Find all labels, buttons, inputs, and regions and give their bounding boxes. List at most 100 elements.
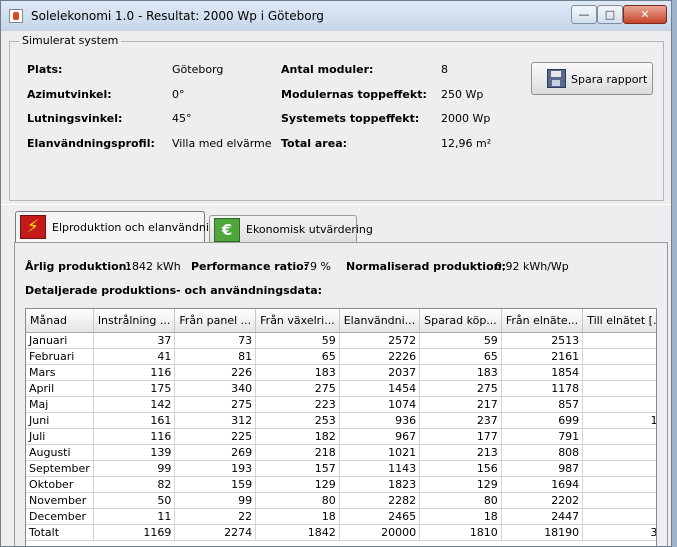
system-peak-label: Systemets toppeffekt: bbox=[281, 112, 420, 125]
monthly-data-table[interactable]: Månad Instrålning ... Från panel ... Från v… bbox=[25, 308, 657, 546]
value-cell: 269 bbox=[174, 444, 257, 461]
value-cell: 157 bbox=[255, 460, 340, 477]
lightning-icon: ⚡ bbox=[20, 215, 46, 239]
tab-economic-evaluation-label: Ekonomisk utvärdering bbox=[246, 223, 373, 236]
value-cell: 139 bbox=[93, 444, 176, 461]
column-header[interactable]: Från växelri... bbox=[255, 309, 340, 333]
value-cell: 0 bbox=[582, 364, 656, 381]
column-header[interactable]: Till elnätet [... bbox=[582, 309, 656, 333]
month-cell: Mars bbox=[26, 364, 94, 381]
value-cell: 175 bbox=[93, 380, 176, 397]
value-cell: 213 bbox=[419, 444, 502, 461]
value-cell: 50 bbox=[93, 492, 176, 509]
value-cell: 0 bbox=[582, 348, 656, 365]
value-cell: 18190 bbox=[501, 524, 584, 541]
section-divider bbox=[1, 204, 671, 205]
table-row[interactable]: Maj14227522310742178575 bbox=[26, 396, 656, 413]
value-cell: 237 bbox=[419, 412, 502, 429]
value-cell: 182 bbox=[255, 428, 340, 445]
maximize-button[interactable]: □ bbox=[597, 5, 623, 24]
total-row[interactable]: Totalt1169227418422000018101819031 bbox=[26, 524, 656, 541]
value-cell: 967 bbox=[339, 428, 421, 445]
value-cell: 0 bbox=[582, 476, 656, 493]
normalized-production-value: 0,92 kWh/Wp bbox=[495, 260, 569, 273]
title-bar[interactable]: Solelekonomi 1.0 - Resultat: 2000 Wp i G… bbox=[1, 1, 671, 31]
close-button[interactable]: ✕ bbox=[623, 5, 667, 24]
value-cell: 5 bbox=[582, 428, 656, 445]
value-cell: 2572 bbox=[339, 332, 421, 349]
value-cell: 41 bbox=[93, 348, 176, 365]
value-cell: 159 bbox=[174, 476, 257, 493]
value-cell: 22 bbox=[174, 508, 257, 525]
column-header[interactable]: Elanvändni... bbox=[339, 309, 421, 333]
value-cell: 2161 bbox=[501, 348, 584, 365]
column-header[interactable]: Månad bbox=[26, 309, 94, 333]
value-cell: 11 bbox=[93, 508, 176, 525]
system-peak-value: 2000 Wp bbox=[441, 112, 491, 125]
column-header[interactable]: Från elnäte... bbox=[501, 309, 584, 333]
module-peak-value: 250 Wp bbox=[441, 88, 484, 101]
tab-production-usage[interactable]: ⚡ Elproduktion och elanvändning bbox=[15, 211, 223, 243]
column-header[interactable]: Sparad köp... bbox=[419, 309, 502, 333]
value-cell: 2037 bbox=[339, 364, 421, 381]
azimuth-label: Azimutvinkel: bbox=[27, 88, 112, 101]
value-cell: 73 bbox=[174, 332, 257, 349]
data-table: Månad Instrålning ... Från panel ... Från v… bbox=[26, 309, 656, 541]
value-cell: 1143 bbox=[339, 460, 421, 477]
value-cell: 116 bbox=[93, 428, 176, 445]
value-cell: 1454 bbox=[339, 380, 421, 397]
table-row[interactable]: Juni16131225393623769916 bbox=[26, 412, 656, 429]
value-cell: 223 bbox=[255, 396, 340, 413]
tab-economic-evaluation[interactable]: € Ekonomisk utvärdering bbox=[209, 215, 373, 243]
value-cell: 129 bbox=[255, 476, 340, 493]
table-row[interactable]: Mars116226183203718318540 bbox=[26, 364, 656, 381]
value-cell: 99 bbox=[93, 460, 176, 477]
total-area-label: Total area: bbox=[281, 137, 348, 150]
value-cell: 142 bbox=[93, 396, 176, 413]
performance-ratio-label: Performance ratio: bbox=[191, 260, 309, 273]
table-row[interactable]: December11221824651824470 bbox=[26, 508, 656, 525]
value-cell: 183 bbox=[419, 364, 502, 381]
table-row[interactable]: November50998022828022020 bbox=[26, 492, 656, 509]
column-header[interactable]: Instrålning ... bbox=[93, 309, 176, 333]
value-cell: 65 bbox=[419, 348, 502, 365]
value-cell: 699 bbox=[501, 412, 584, 429]
value-cell: 1178 bbox=[501, 380, 584, 397]
value-cell: 2274 bbox=[174, 524, 257, 541]
table-row[interactable]: Februari41816522266521610 bbox=[26, 348, 656, 365]
value-cell: 16 bbox=[582, 412, 656, 429]
value-cell: 275 bbox=[174, 396, 257, 413]
table-row[interactable]: Juli1162251829671777915 bbox=[26, 428, 656, 445]
column-header[interactable]: Från panel ... bbox=[174, 309, 257, 333]
value-cell: 857 bbox=[501, 396, 584, 413]
value-cell: 0 bbox=[582, 460, 656, 477]
month-cell: April bbox=[26, 380, 94, 397]
module-peak-label: Modulernas toppeffekt: bbox=[281, 88, 427, 101]
month-cell: Augusti bbox=[26, 444, 94, 461]
table-row[interactable]: Oktober82159129182312916940 bbox=[26, 476, 656, 493]
value-cell: 156 bbox=[419, 460, 502, 477]
table-row[interactable]: April175340275145427511780 bbox=[26, 380, 656, 397]
value-cell: 1169 bbox=[93, 524, 176, 541]
minimize-button[interactable]: — bbox=[571, 5, 597, 24]
value-cell: 65 bbox=[255, 348, 340, 365]
value-cell: 226 bbox=[174, 364, 257, 381]
value-cell: 0 bbox=[582, 332, 656, 349]
value-cell: 218 bbox=[255, 444, 340, 461]
value-cell: 2282 bbox=[339, 492, 421, 509]
floppy-disk-icon bbox=[547, 69, 566, 88]
value-cell: 80 bbox=[419, 492, 502, 509]
value-cell: 253 bbox=[255, 412, 340, 429]
table-row[interactable]: September9919315711431569870 bbox=[26, 460, 656, 477]
value-cell: 99 bbox=[174, 492, 257, 509]
value-cell: 116 bbox=[93, 364, 176, 381]
location-value: Göteborg bbox=[172, 63, 224, 76]
value-cell: 177 bbox=[419, 428, 502, 445]
save-report-label: Spara rapport bbox=[571, 73, 648, 86]
table-row[interactable]: Januari37735925725925130 bbox=[26, 332, 656, 349]
save-report-button[interactable]: Spara rapport bbox=[531, 62, 653, 95]
month-cell: Januari bbox=[26, 332, 94, 349]
detailed-data-title: Detaljerade produktions- och användnings… bbox=[25, 284, 323, 297]
table-row[interactable]: Augusti13926921810212138085 bbox=[26, 444, 656, 461]
module-count-value: 8 bbox=[441, 63, 448, 76]
